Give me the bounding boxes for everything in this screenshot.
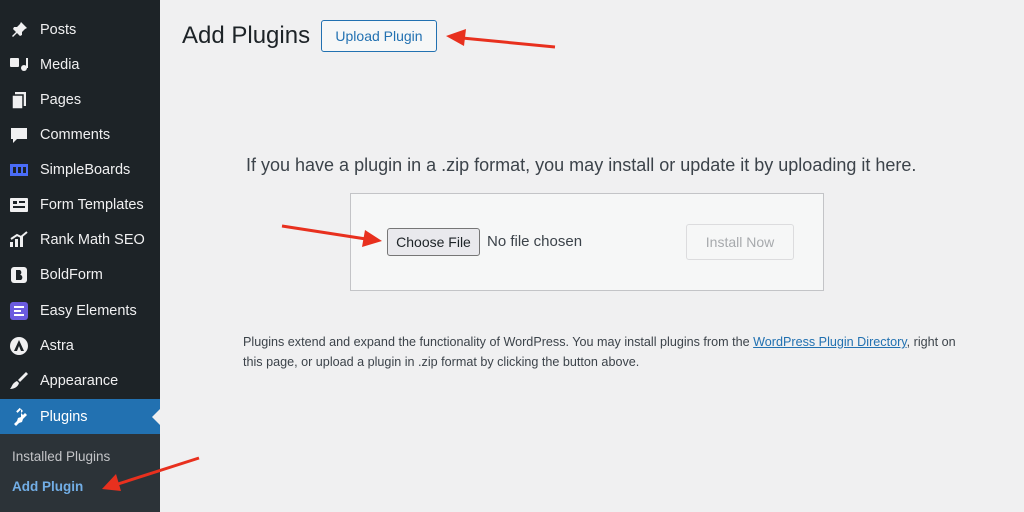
sidebar-item-comments[interactable]: Comments: [0, 117, 160, 152]
sidebar-item-media[interactable]: Media: [0, 47, 160, 82]
admin-sidebar: Posts Media Pages Comments SimpleBoards …: [0, 0, 160, 512]
elements-icon: [9, 301, 29, 321]
pages-icon: [9, 90, 29, 110]
board-icon: [9, 160, 29, 180]
brush-icon: [9, 371, 29, 391]
pin-icon: [9, 20, 29, 40]
sidebar-item-label: BoldForm: [40, 267, 103, 283]
choose-file-button[interactable]: Choose File: [387, 228, 480, 256]
media-icon: [9, 55, 29, 75]
boldform-icon: [9, 265, 29, 285]
sidebar-item-label: Media: [40, 57, 80, 73]
sidebar-item-rank-math-seo[interactable]: Rank Math SEO: [0, 222, 160, 257]
sidebar-item-boldform[interactable]: BoldForm: [0, 257, 160, 292]
sidebar-item-label: Easy Elements: [40, 303, 137, 319]
plug-icon: [9, 407, 29, 427]
upload-plugin-button[interactable]: Upload Plugin: [321, 20, 437, 52]
sidebar-item-pages[interactable]: Pages: [0, 82, 160, 117]
install-now-button[interactable]: Install Now: [686, 224, 794, 260]
upload-form-box: Choose File No file chosen Install Now: [350, 193, 824, 291]
sidebar-item-label: Rank Math SEO: [40, 232, 145, 248]
sidebar-item-label: Posts: [40, 22, 77, 38]
comment-icon: [9, 125, 29, 145]
sidebar-item-label: Pages: [40, 92, 82, 108]
info-text-before: Plugins extend and expand the functional…: [243, 335, 754, 349]
upload-help-text: If you have a plugin in a .zip format, y…: [246, 155, 917, 175]
sidebar-item-appearance[interactable]: Appearance: [0, 363, 160, 398]
file-status-text: No file chosen: [487, 233, 583, 250]
sidebar-item-plugins[interactable]: Plugins: [0, 399, 160, 434]
sidebar-item-label: Form Templates: [40, 197, 144, 213]
sidebar-item-easy-elements[interactable]: Easy Elements: [0, 293, 160, 328]
plugins-submenu: Installed Plugins Add Plugin: [0, 434, 160, 512]
sidebar-item-label: Astra: [40, 338, 74, 354]
submenu-item-add-plugin[interactable]: Add Plugin: [12, 479, 83, 494]
astra-icon: [9, 336, 29, 356]
sidebar-item-label: Comments: [40, 127, 111, 143]
plugin-directory-link[interactable]: WordPress Plugin Directory: [753, 335, 907, 349]
plugin-info-text: Plugins extend and expand the functional…: [243, 332, 963, 372]
page-title: Add Plugins: [182, 22, 311, 49]
sidebar-item-form-templates[interactable]: Form Templates: [0, 187, 160, 222]
sidebar-item-label: SimpleBoards: [40, 162, 131, 178]
sidebar-item-simpleboards[interactable]: SimpleBoards: [0, 152, 160, 187]
form-icon: [9, 195, 29, 215]
submenu-item-installed-plugins[interactable]: Installed Plugins: [12, 449, 110, 464]
arrow-upload-plugin: [446, 29, 556, 49]
sidebar-item-posts[interactable]: Posts: [0, 12, 160, 47]
sidebar-item-astra[interactable]: Astra: [0, 328, 160, 363]
rank-math-icon: [9, 230, 29, 250]
sidebar-item-label: Plugins: [40, 409, 88, 425]
sidebar-item-label: Appearance: [40, 373, 119, 389]
